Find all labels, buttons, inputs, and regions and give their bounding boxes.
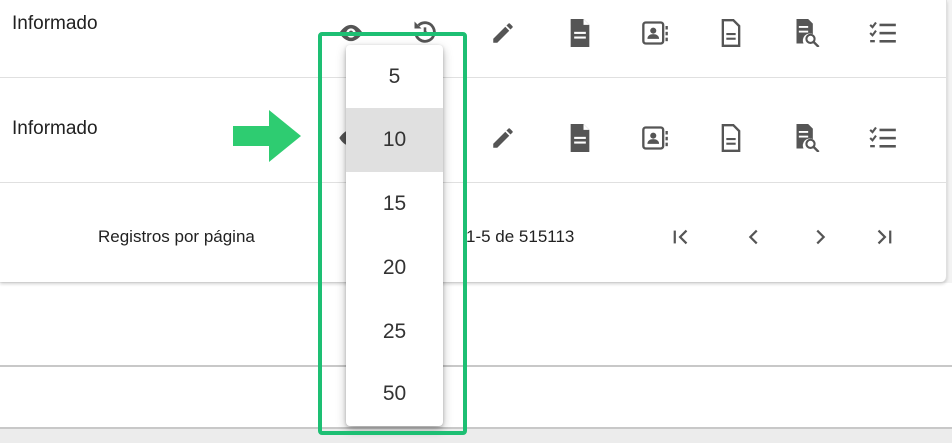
first-page-icon[interactable] — [669, 225, 693, 249]
status-cell: Informado — [12, 13, 98, 34]
contact-card-icon[interactable] — [640, 18, 670, 48]
checklist-icon[interactable] — [868, 18, 898, 48]
document-icon[interactable] — [565, 18, 595, 48]
document-icon[interactable] — [565, 123, 595, 153]
rows-per-page-label: Registros por página — [98, 227, 255, 246]
next-page-icon[interactable] — [808, 225, 832, 249]
checklist-icon[interactable] — [868, 123, 898, 153]
annotation-highlight-box — [318, 32, 467, 435]
status-cell: Informado — [12, 118, 98, 139]
last-page-icon[interactable] — [872, 225, 896, 249]
page-range-text: 1-5 de 515113 — [466, 227, 575, 246]
file-text-icon[interactable] — [716, 18, 746, 48]
pencil-icon[interactable] — [488, 18, 518, 48]
contact-card-icon[interactable] — [640, 123, 670, 153]
table-pagination: Registros por página 1-5 de 515113 — [0, 183, 946, 281]
background-row — [0, 367, 952, 429]
document-search-icon[interactable] — [792, 123, 822, 153]
data-table: Informado Informado Registros por página… — [0, 0, 947, 282]
table-row[interactable]: Informado — [0, 78, 946, 183]
file-text-icon[interactable] — [716, 123, 746, 153]
table-row[interactable]: Informado — [0, 0, 946, 78]
previous-page-icon[interactable] — [742, 225, 766, 249]
arrow-right-icon — [233, 110, 301, 167]
document-search-icon[interactable] — [792, 18, 822, 48]
pencil-icon[interactable] — [488, 123, 518, 153]
background-row — [0, 283, 952, 367]
background-row — [0, 429, 952, 443]
